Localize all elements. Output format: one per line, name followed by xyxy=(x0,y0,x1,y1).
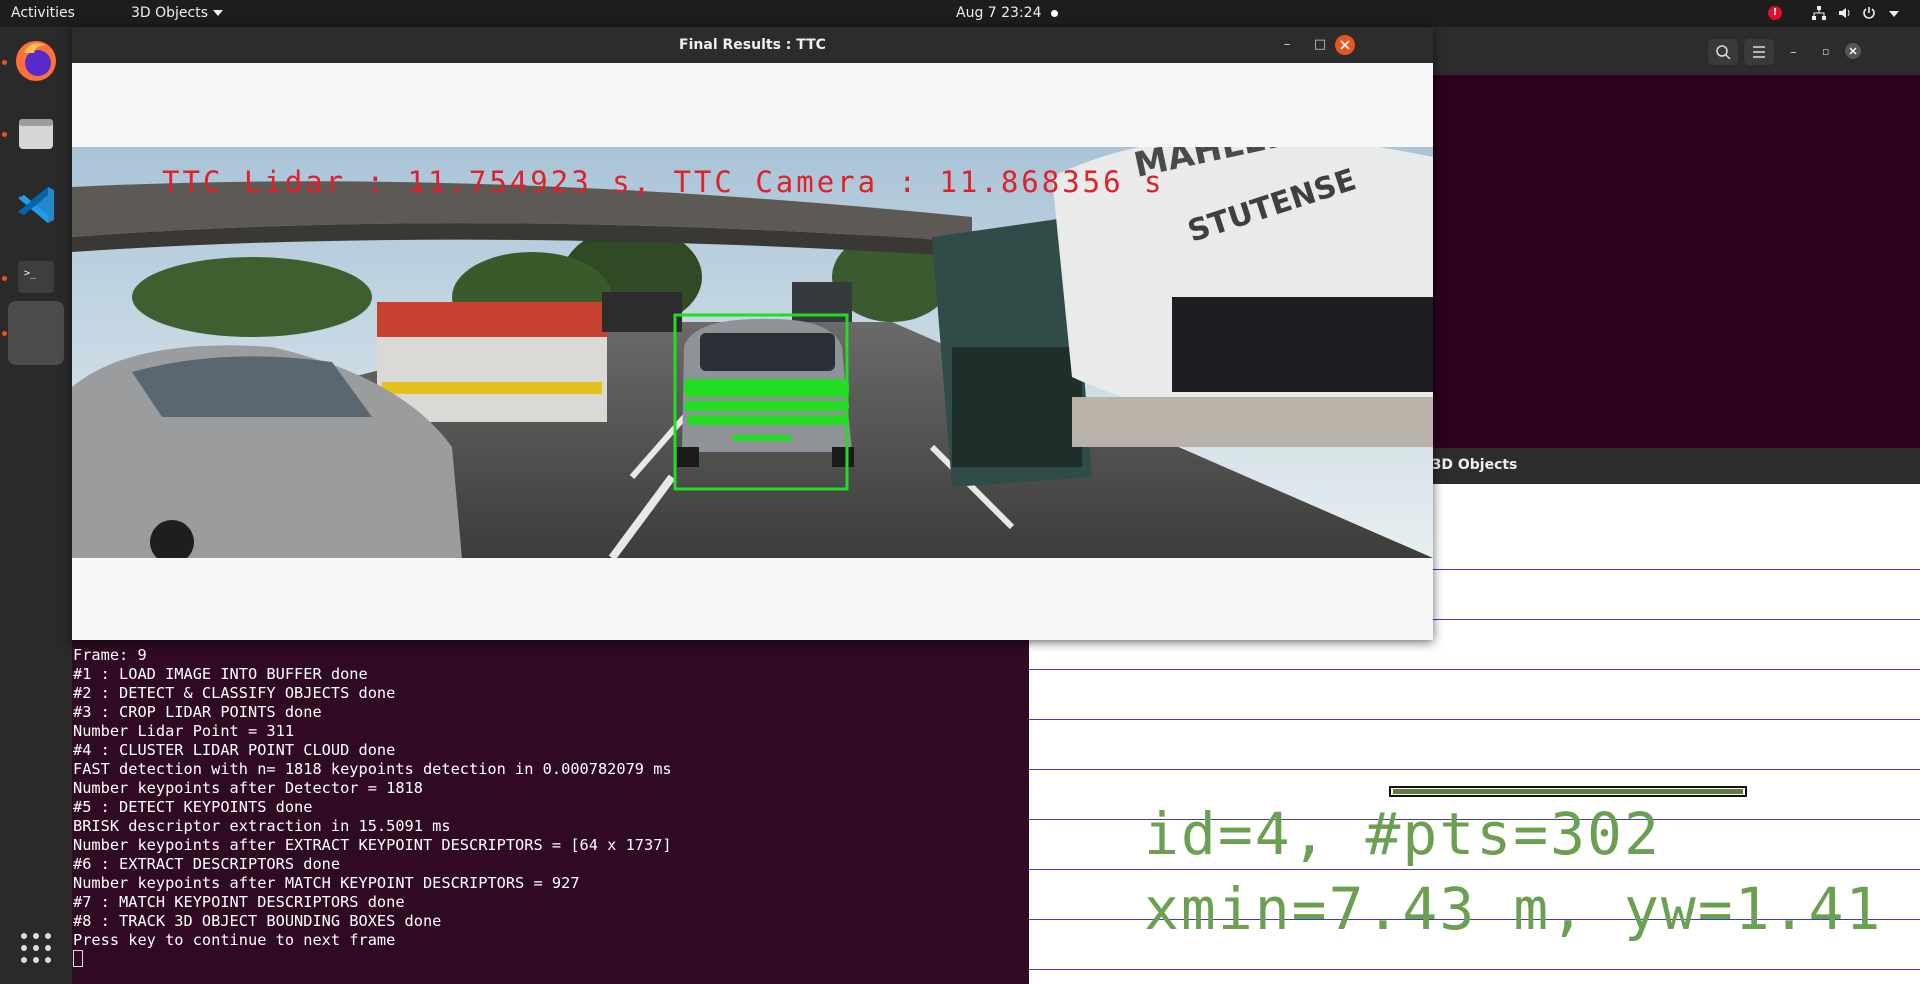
terminal-cursor xyxy=(73,950,83,967)
terminal-line: FAST detection with n= 1818 keypoints de… xyxy=(73,760,672,778)
lidar-point-cluster xyxy=(1389,786,1747,797)
app-menu-label: 3D Objects xyxy=(131,5,209,21)
chevron-down-icon[interactable] xyxy=(1889,11,1899,17)
ttc-window[interactable]: Final Results : TTC – □ MAHLER STUTENSE … xyxy=(72,27,1433,640)
terminal-line: BRISK descriptor extraction in 15.5091 m… xyxy=(73,817,451,835)
terminal-line: #8 : TRACK 3D OBJECT BOUNDING BOXES done xyxy=(73,912,442,930)
chevron-down-icon xyxy=(213,10,224,16)
network-icon[interactable] xyxy=(1812,6,1826,20)
running-indicator xyxy=(2,331,7,336)
minimize-icon[interactable]: – xyxy=(1790,45,1797,60)
terminal-line: Number keypoints after MATCH KEYPOINT DE… xyxy=(73,874,580,892)
svg-text:>_: >_ xyxy=(24,268,37,279)
search-icon xyxy=(1716,45,1731,60)
object-id-label: id=4, #pts=302 xyxy=(1144,800,1661,868)
ttc-overlay-text: TTC Lidar : 11.754923 s, TTC Camera : 11… xyxy=(162,165,1165,199)
close-button[interactable] xyxy=(1335,35,1355,55)
distance-line xyxy=(1029,869,1920,870)
terminal-launcher[interactable]: >_ xyxy=(8,249,64,305)
terminal-line: #4 : CLUSTER LIDAR POINT CLOUD done xyxy=(73,741,396,759)
terminal-line: #6 : EXTRACT DESCRIPTORS done xyxy=(73,855,341,873)
hamburger-icon xyxy=(1753,46,1765,58)
distance-line xyxy=(1029,769,1920,770)
ttc-window-title: Final Results : TTC xyxy=(679,37,826,53)
alert-icon[interactable]: ! xyxy=(1768,6,1782,20)
terminal-text: Frame: 9 #1 : LOAD IMAGE INTO BUFFER done… xyxy=(73,646,672,950)
terminal-line: Number keypoints after Detector = 1818 xyxy=(73,779,423,797)
terminal-line: Frame: 9 xyxy=(73,646,147,664)
firefox-launcher[interactable] xyxy=(8,33,64,89)
running-indicator xyxy=(2,132,7,137)
terminal-line: #5 : DETECT KEYPOINTS done xyxy=(73,798,313,816)
running-indicator xyxy=(2,276,7,281)
terminal-output[interactable]: Frame: 9 #1 : LOAD IMAGE INTO BUFFER done… xyxy=(72,640,1029,984)
menu-button[interactable] xyxy=(1744,39,1774,65)
distance-line xyxy=(1029,719,1920,720)
object-xmin-label: xmin=7.43 m, yw=1.41 xyxy=(1144,875,1883,943)
volume-icon[interactable] xyxy=(1838,6,1852,20)
show-applications-icon[interactable] xyxy=(20,932,52,964)
vscode-icon xyxy=(18,187,54,223)
camera-image: MAHLER STUTENSE TTC Lidar : 11.754923 s,… xyxy=(72,147,1433,558)
app-menu[interactable]: 3D Objects xyxy=(131,5,224,21)
running-indicator xyxy=(2,60,7,65)
terminal-line: Number keypoints after EXTRACT KEYPOINT … xyxy=(73,836,672,854)
restore-icon[interactable]: ▫ xyxy=(1822,45,1829,58)
vscode-launcher[interactable] xyxy=(8,177,64,233)
terminal-line: #7 : MATCH KEYPOINT DESCRIPTORS done xyxy=(73,893,405,911)
ttc-window-header[interactable]: Final Results : TTC – □ xyxy=(72,27,1433,63)
maximize-icon[interactable]: □ xyxy=(1312,37,1328,53)
terminal-line: #2 : DETECT & CLASSIFY OBJECTS done xyxy=(73,684,396,702)
files-launcher[interactable] xyxy=(8,105,64,161)
terminal-line: Press key to continue to next frame xyxy=(73,931,396,949)
terminal-icon: >_ xyxy=(18,261,54,293)
active-app-launcher[interactable] xyxy=(8,301,64,365)
power-icon[interactable] xyxy=(1862,6,1876,20)
activities-button[interactable]: Activities xyxy=(11,5,75,21)
firefox-icon xyxy=(16,41,56,81)
system-tray[interactable]: ! xyxy=(1760,0,1920,27)
distance-line xyxy=(1029,669,1920,670)
distance-line xyxy=(1029,969,1920,970)
terminal-line: #1 : LOAD IMAGE INTO BUFFER done xyxy=(73,665,368,683)
close-icon xyxy=(1340,40,1350,50)
background-window-header: – ▫ xyxy=(1432,27,1920,75)
minimize-icon[interactable]: – xyxy=(1279,37,1295,53)
search-button[interactable] xyxy=(1708,39,1738,65)
notification-dot-icon xyxy=(1051,10,1058,17)
dock: >_ xyxy=(0,27,72,984)
terminal-line: Number Lidar Point = 311 xyxy=(73,722,295,740)
files-icon xyxy=(19,119,53,149)
clock[interactable]: Aug 7 23:24 xyxy=(956,5,1042,21)
close-icon[interactable] xyxy=(1844,42,1862,60)
top-bar: Activities 3D Objects Aug 7 23:24 ! xyxy=(0,0,1920,27)
terminal-line: #3 : CROP LIDAR POINTS done xyxy=(73,703,322,721)
